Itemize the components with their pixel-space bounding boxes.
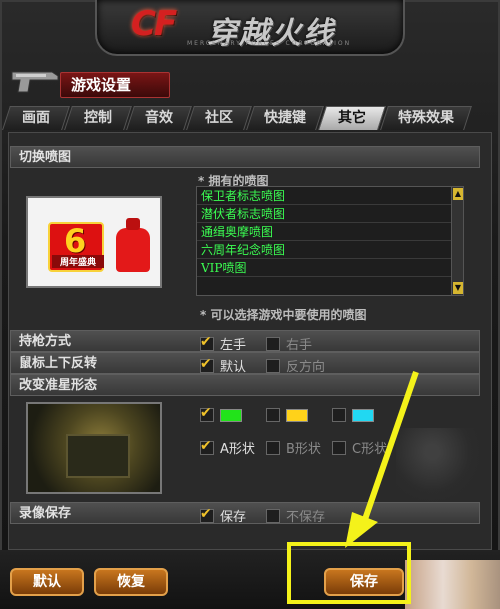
tab-label: 其它: [338, 110, 366, 126]
checkbox[interactable]: [200, 438, 214, 455]
tab-label: 画面: [22, 110, 50, 126]
crosshair-shape-b[interactable]: B形状: [266, 438, 321, 457]
list-item[interactable]: 通缉奥摩喷图: [197, 223, 463, 241]
blurred-region: [405, 560, 500, 609]
logo-subtitle: MERCENARY FORCES CORPORATION: [187, 40, 352, 47]
spray-preview: 6 周年盛典: [26, 196, 162, 288]
checkbox[interactable]: [266, 336, 280, 351]
checkbox[interactable]: [332, 440, 346, 455]
spray-can-icon: [116, 218, 150, 272]
logo-cf-mark: CF: [131, 4, 177, 44]
checkbox[interactable]: [266, 408, 280, 422]
list-scrollbar[interactable]: ▲ ▼: [451, 187, 463, 295]
tab-label: 快捷键: [264, 110, 306, 126]
record-save-option[interactable]: 保存: [200, 506, 246, 525]
checkbox[interactable]: [332, 408, 346, 422]
crosshair-color-yellow[interactable]: [266, 408, 308, 422]
badge-text: 周年盛典: [52, 255, 104, 268]
tab-special-effects[interactable]: 特殊效果: [380, 106, 472, 130]
tab-control[interactable]: 控制: [64, 106, 132, 130]
option-label: 右手: [286, 338, 313, 353]
list-item[interactable]: 六周年纪念喷图: [197, 241, 463, 259]
option-label: C形状: [352, 442, 388, 457]
option-label: 反方向: [286, 360, 326, 375]
pistol-icon: [11, 71, 59, 93]
list-item[interactable]: 保卫者标志喷图: [197, 187, 463, 205]
crosshair-shape-a[interactable]: A形状: [200, 438, 255, 457]
option-label: A形状: [220, 442, 255, 457]
checkbox[interactable]: [200, 334, 214, 351]
soldier-image: [396, 428, 486, 508]
tab-label: 控制: [84, 110, 112, 126]
settings-tabs: 画面 控制 音效 社区 快捷键 其它 特殊效果: [2, 106, 494, 130]
tab-label: 社区: [205, 110, 233, 126]
spray-list: 保卫者标志喷图 潜伏者标志喷图 通缉奥摩喷图 六周年纪念喷图 VIP喷图 ▲ ▼: [196, 186, 464, 296]
tab-other[interactable]: 其它: [318, 106, 386, 130]
restore-button[interactable]: 恢复: [94, 568, 168, 596]
tab-hotkeys[interactable]: 快捷键: [246, 106, 324, 130]
option-label: 保存: [220, 510, 247, 525]
checkbox[interactable]: [266, 508, 280, 523]
checkbox[interactable]: [266, 358, 280, 373]
scroll-down-icon[interactable]: ▼: [453, 282, 463, 294]
option-label: 左手: [220, 338, 247, 353]
highlight-box: [287, 542, 411, 604]
list-item[interactable]: 潜伏者标志喷图: [197, 205, 463, 223]
tab-label: 音效: [145, 110, 173, 126]
crosshair-color-green[interactable]: [200, 405, 242, 422]
tab-sound[interactable]: 音效: [126, 106, 192, 130]
invert-default-option[interactable]: 默认: [200, 356, 246, 375]
option-label: 不保存: [286, 510, 326, 525]
list-item[interactable]: VIP喷图: [197, 259, 463, 277]
default-button[interactable]: 默认: [10, 568, 84, 596]
crosshair-color-cyan[interactable]: [332, 408, 374, 422]
checkbox[interactable]: [200, 356, 214, 373]
window-title: 游戏设置: [60, 72, 170, 98]
tab-display[interactable]: 画面: [2, 106, 70, 130]
spray-section-header: 切换喷图: [10, 146, 480, 168]
crosshair-shape-c[interactable]: C形状: [332, 438, 387, 457]
spray-hint: * 可以选择游戏中要使用的喷图: [200, 308, 367, 322]
tab-community[interactable]: 社区: [186, 106, 252, 130]
crosshair-preview-image: [26, 402, 162, 494]
option-label: B形状: [286, 442, 321, 457]
option-label: 默认: [220, 360, 247, 375]
invert-reverse-option[interactable]: 反方向: [266, 356, 325, 375]
green-swatch: [220, 408, 242, 422]
cyan-swatch: [352, 408, 374, 422]
grip-right-option[interactable]: 右手: [266, 334, 312, 353]
tab-label: 特殊效果: [398, 110, 454, 126]
checkbox[interactable]: [266, 440, 280, 455]
record-nosave-option[interactable]: 不保存: [266, 506, 325, 525]
anniversary-badge: 6 周年盛典: [48, 222, 104, 272]
crosshair-section-header: 改变准星形态: [10, 374, 480, 396]
checkbox[interactable]: [200, 506, 214, 523]
game-logo: CF 穿越火线 MERCENARY FORCES CORPORATION: [95, 0, 405, 56]
grip-left-option[interactable]: 左手: [200, 334, 246, 353]
scroll-up-icon[interactable]: ▲: [453, 188, 463, 200]
yellow-swatch: [286, 408, 308, 422]
checkbox[interactable]: [200, 405, 214, 422]
